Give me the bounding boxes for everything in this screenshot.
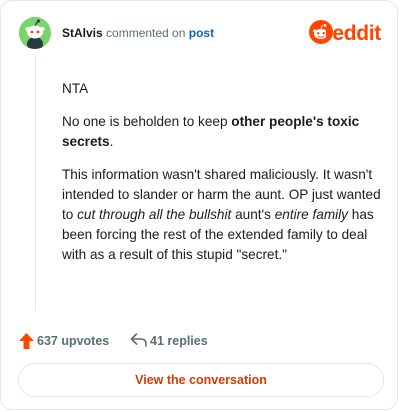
action-text: commented on <box>106 26 186 40</box>
upvote-arrow-icon[interactable] <box>19 333 34 349</box>
replies-count: 41 replies <box>150 334 208 348</box>
text-span: aunt's <box>231 207 275 222</box>
comment-card: StAlvis commented on post reddit NTA No … <box>0 0 398 410</box>
reply-arrow-icon[interactable] <box>130 333 147 347</box>
text-span: . <box>109 134 114 149</box>
view-conversation-button[interactable]: View the conversation <box>18 363 384 397</box>
thread-line <box>35 55 36 311</box>
comment-meta: StAlvis commented on post <box>62 26 214 40</box>
post-link[interactable]: post <box>189 26 214 40</box>
upvotes-count: 637 upvotes <box>37 334 110 348</box>
username-link[interactable]: StAlvis <box>62 26 103 40</box>
text-span: No one is beholden to keep <box>62 114 232 129</box>
comment-paragraph-1: NTA <box>62 81 89 96</box>
reddit-wordmark: reddit <box>324 22 381 45</box>
comment-body: NTA No one is beholden to keep other peo… <box>62 79 382 278</box>
italic-text: cut through all the bullshit <box>77 207 232 222</box>
comment-header: StAlvis commented on post reddit <box>19 17 381 51</box>
comment-paragraph-2: No one is beholden to keep other people'… <box>62 112 382 152</box>
reddit-logo[interactable]: reddit <box>309 20 381 46</box>
snoo-avatar-icon[interactable] <box>19 17 51 49</box>
italic-text: entire family <box>274 207 348 222</box>
comment-footer: 637 upvotes 41 replies <box>19 331 379 351</box>
comment-paragraph-3: This information wasn't shared malicious… <box>62 165 382 265</box>
